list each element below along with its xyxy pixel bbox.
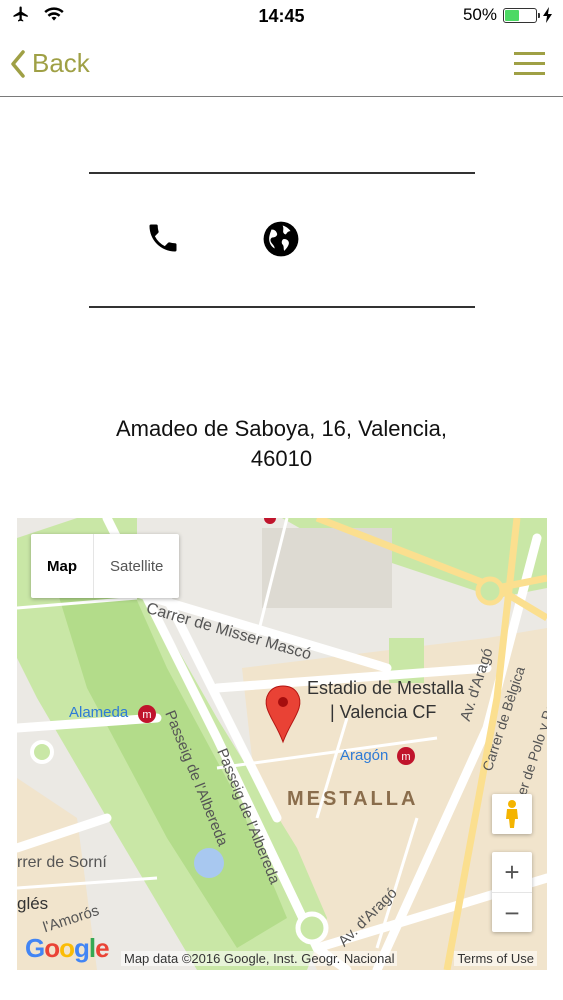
map-type-control: Map Satellite: [31, 534, 180, 598]
map-label-aragon: Aragón: [340, 747, 389, 764]
divider-bottom: [89, 306, 475, 308]
divider-top: [89, 172, 475, 174]
back-button[interactable]: Back: [10, 48, 90, 79]
zoom-out-button[interactable]: −: [492, 893, 532, 933]
map-view[interactable]: m m Carrer de Misser Mascó Estadio de Me…: [17, 518, 547, 970]
address-line-2: 46010: [250, 446, 313, 471]
street-view-button[interactable]: [492, 794, 532, 834]
address-line-1: Amadeo de Saboya, 16, Valencia,: [115, 416, 448, 441]
zoom-in-button[interactable]: +: [492, 852, 532, 893]
map-label-district: MESTALLA: [287, 788, 419, 810]
map-label-alameda: Alameda: [69, 704, 129, 721]
status-right: 50%: [463, 5, 553, 25]
status-bar: 14:45 50%: [0, 0, 563, 32]
globe-icon: [263, 221, 299, 257]
hamburger-menu-button[interactable]: [514, 52, 545, 76]
menu-bar-middle: [514, 62, 545, 65]
back-label: Back: [32, 48, 90, 78]
map-attribution-bar: Map data ©2016 Google, Inst. Geogr. Naci…: [17, 946, 547, 970]
pegman-icon: [506, 800, 518, 828]
zoom-control: + −: [492, 852, 532, 932]
website-button[interactable]: [262, 220, 300, 263]
map-label-stadium: Estadio de Mestalla: [307, 678, 465, 698]
navigation-bar: Back: [0, 32, 563, 97]
phone-button[interactable]: [145, 220, 181, 261]
map-type-map-button[interactable]: Map: [31, 534, 94, 598]
address-text: Amadeo de Saboya, 16, Valencia, 46010: [0, 414, 563, 474]
map-label-club: | Valencia CF: [330, 702, 437, 722]
menu-bar-top: [514, 52, 545, 55]
menu-bar-bottom: [514, 72, 545, 75]
map-label-sorni: rrer de Sorní: [17, 854, 107, 871]
battery-icon: [503, 7, 540, 23]
terms-of-use-link[interactable]: Terms of Use: [454, 951, 537, 966]
map-attribution: Map data ©2016 Google, Inst. Geogr. Naci…: [121, 951, 398, 966]
phone-icon: [149, 224, 177, 252]
battery-percent: 50%: [462, 5, 497, 24]
battery-fill: [505, 9, 519, 21]
charging-bolt-icon: [543, 7, 552, 23]
map-label-angles: glés: [17, 894, 49, 913]
svg-text:m: m: [401, 751, 410, 763]
map-type-satellite-button[interactable]: Satellite: [94, 534, 179, 598]
chevron-left-icon: [11, 49, 25, 78]
svg-text:m: m: [142, 709, 151, 721]
